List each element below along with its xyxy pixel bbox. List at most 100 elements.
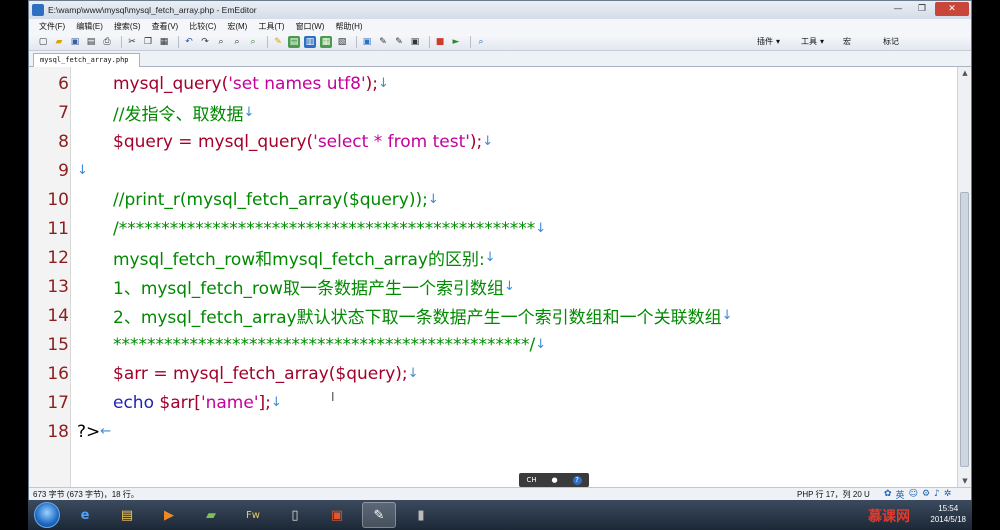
search-icon[interactable]: ⌕ (475, 36, 487, 48)
menu-macro[interactable]: 宏(M) (227, 21, 247, 32)
code-line[interactable]: 9 ↓ (29, 156, 957, 185)
scroll-down-icon[interactable]: ▼ (958, 475, 972, 487)
bookmarks-menu[interactable]: 标记 (883, 36, 899, 47)
taskbar-media-icon[interactable]: ▶ (152, 502, 186, 528)
code-line[interactable]: 14 2、mysql_fetch_array默认状态下取一条数据产生一个索引数组和… (29, 301, 957, 330)
system-clock[interactable]: 15:54 2014/5/18 (930, 503, 966, 525)
marks-icon[interactable]: ▧ (336, 36, 348, 48)
undo-icon[interactable]: ↶ (183, 36, 195, 48)
code-text: mysql_query('set names utf8'); ↓ (113, 74, 389, 94)
code-token: 1、mysql_fetch_row取一条数据产生一个索引数组 (113, 279, 504, 299)
code-line[interactable]: 6 mysql_query('set names utf8'); ↓ (29, 69, 957, 98)
menu-help[interactable]: 帮助(H) (335, 21, 362, 32)
line-number: 18 (47, 421, 69, 442)
ruler-icon[interactable]: ▦ (320, 36, 332, 48)
print-icon[interactable]: ⎙ (101, 36, 113, 48)
code-token: //发指令、取数据 (113, 105, 244, 125)
code-line[interactable]: 10 //print_r(mysql_fetch_array($query)); ↓ (29, 185, 957, 214)
code-line[interactable]: 15 **************************************… (29, 330, 957, 359)
code-text: $query = mysql_query('select * from test… (113, 132, 493, 152)
taskbar-emeditor-icon[interactable]: ✎ (362, 502, 396, 528)
code-line[interactable]: 16 $arr = mysql_fetch_array($query); ↓ (29, 359, 957, 388)
highlight-icon[interactable]: ✎ (272, 36, 284, 48)
code-line[interactable]: 18 ?> ← (29, 417, 957, 446)
run-macro-icon[interactable]: ► (450, 36, 462, 48)
line-number: 13 (47, 276, 69, 297)
find-icon[interactable]: ⌕ (215, 36, 227, 48)
properties-icon[interactable]: ✎ (393, 36, 405, 48)
save-icon[interactable]: ▣ (69, 36, 81, 48)
code-line[interactable]: 7 //发指令、取数据 ↓ (29, 98, 957, 127)
code-line[interactable]: 12 mysql_fetch_row和mysql_fetch_array的区别: ↓ (29, 243, 957, 272)
find-prev-icon[interactable]: ⌕ (247, 36, 259, 48)
tab-mysql-fetch-array[interactable]: mysql_fetch_array.php (33, 53, 140, 67)
window-icon[interactable]: ▣ (409, 36, 421, 48)
window-controls: — ❐ ✕ (887, 2, 969, 16)
menu-compare[interactable]: 比较(C) (189, 21, 216, 32)
code-text: ****************************************… (113, 335, 546, 355)
line-break-icon: ↓ (270, 395, 282, 410)
taskbar-app-icon[interactable]: ▰ (194, 502, 228, 528)
paw-icon[interactable]: ✿ (884, 489, 892, 499)
taskbar-notes-icon[interactable]: ▯ (278, 502, 312, 528)
minimize-button[interactable]: — (887, 2, 909, 16)
menu-tools[interactable]: 工具(T) (258, 21, 284, 32)
vertical-scrollbar[interactable]: ▲ ▼ (957, 67, 971, 487)
title-bar[interactable]: E:\wamp\www\mysql\mysql_fetch_array.php … (29, 1, 971, 19)
code-line[interactable]: 13 1、mysql_fetch_row取一条数据产生一个索引数组 ↓ (29, 272, 957, 301)
start-button[interactable] (34, 502, 60, 528)
code-line[interactable]: 17 echo $arr['name']; ↓ (29, 388, 957, 417)
code-editor[interactable]: 6 mysql_query('set names utf8'); ↓ 7//发指令、取… (29, 67, 957, 487)
ime-language-label[interactable]: 英 (896, 488, 905, 501)
ime-help-icon[interactable]: ? (572, 475, 582, 485)
new-file-icon[interactable]: ▢ (37, 36, 49, 48)
tools-menu[interactable]: 工具 ▾ (801, 36, 824, 47)
close-button[interactable]: ✕ (935, 2, 969, 16)
scroll-up-icon[interactable]: ▲ (958, 67, 972, 79)
wrap-icon[interactable]: ▥ (304, 36, 316, 48)
find-next-icon[interactable]: ⌕ (231, 36, 243, 48)
code-line[interactable]: 11 /*************************************… (29, 214, 957, 243)
config-icon[interactable]: ▣ (361, 36, 373, 48)
record-macro-icon[interactable]: ■ (434, 36, 446, 48)
taskbar-fireworks-icon[interactable]: Fw (236, 502, 270, 528)
menu-search[interactable]: 搜索(S) (114, 21, 141, 32)
code-token: //print_r(mysql_fetch_array($query)); (113, 189, 428, 210)
paste-icon[interactable]: ▦ (158, 36, 170, 48)
menu-edit[interactable]: 编辑(E) (76, 21, 103, 32)
menu-view[interactable]: 查看(V) (152, 21, 179, 32)
taskbar-explorer-icon[interactable]: ▤ (110, 502, 144, 528)
gear-icon[interactable]: ✲ (944, 489, 952, 499)
code-token: ); (365, 73, 379, 94)
clock-date: 2014/5/18 (930, 515, 966, 524)
view-mode-icon[interactable]: ▤ (288, 36, 300, 48)
maximize-button[interactable]: ❐ (911, 2, 933, 16)
redo-icon[interactable]: ↷ (199, 36, 211, 48)
taskbar-ie-icon[interactable]: e (68, 502, 102, 528)
plugins-label: 插件 (757, 37, 773, 46)
code-text: ?> ← (77, 422, 111, 442)
line-break-icon: ↓ (407, 366, 419, 381)
menu-file[interactable]: 文件(F) (39, 21, 65, 32)
copy-icon[interactable]: ❐ (142, 36, 154, 48)
microphone-icon[interactable]: ♪ (934, 489, 940, 499)
customize-icon[interactable]: ✎ (377, 36, 389, 48)
scrollbar-thumb[interactable] (960, 192, 969, 467)
status-bar: 673 字节 (673 字节)，18 行。 PHP 行 17，列 20 U (29, 487, 971, 501)
save-all-icon[interactable]: ▤ (85, 36, 97, 48)
code-token: $query = mysql_query( (113, 131, 314, 152)
plugins-menu[interactable]: 插件 ▾ (757, 36, 780, 47)
settings-icon[interactable]: ⚙ (922, 489, 930, 499)
macro-menu[interactable]: 宏 (843, 36, 851, 47)
cut-icon[interactable]: ✂ (126, 36, 138, 48)
taskbar-terminal-icon[interactable]: ▮ (404, 502, 438, 528)
ime-toolbar[interactable]: CH ● ? (519, 473, 589, 487)
emoji-icon[interactable]: ☺ (909, 489, 918, 499)
open-file-icon[interactable]: ▰ (53, 36, 65, 48)
code-token: ?> (77, 421, 101, 442)
code-line[interactable]: 8 $query = mysql_query('select * from tes… (29, 127, 957, 156)
code-text: $arr = mysql_fetch_array($query); ↓ (113, 364, 419, 384)
menu-window[interactable]: 窗口(W) (296, 21, 325, 32)
line-break-icon: ↓ (721, 308, 733, 323)
taskbar-ppt-icon[interactable]: ▣ (320, 502, 354, 528)
